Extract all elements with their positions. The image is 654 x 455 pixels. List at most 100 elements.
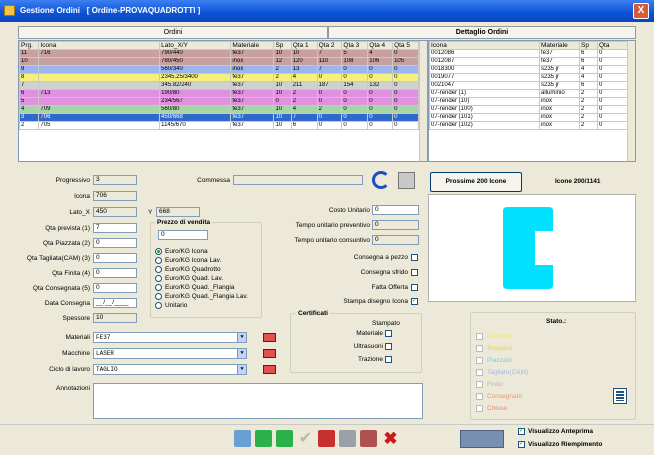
table-row[interactable]: 10 780/450 inox 12 120 110 108 106 105 [19,57,419,66]
radio-button[interactable] [155,284,162,291]
orders-header-cell[interactable]: Qta 5 [392,41,419,50]
macchine-edit-button[interactable] [263,349,276,358]
qta-consegnata-field[interactable]: 0 [93,283,137,293]
table-row[interactable]: 11 716 790/440 fe37 10 10 7 5 4 0 [19,49,419,58]
prezzo-radio-item[interactable]: Euro/KG Icona Lav. [155,256,265,265]
prezzo-radio-item[interactable]: Euro/KG Quad. Lav. [155,274,265,283]
qta-prevista-field[interactable]: 7 [93,223,137,233]
radio-button[interactable] [155,248,162,255]
stato-checkbox[interactable] [476,393,483,400]
anteprima-checkbox[interactable]: ✓ [518,428,525,435]
keyboard-icon[interactable] [460,430,504,448]
orders-header-cell[interactable]: Qta 1 [290,41,318,50]
table-row[interactable]: 9 560/340 inox 2 13 7 0 0 0 [19,65,419,74]
orders-header-cell[interactable]: Icona [38,41,161,50]
orders-header-cell[interactable]: Sp [273,41,292,50]
trazione-checkbox[interactable] [385,356,392,363]
table-row[interactable]: 0018300 s235 jr 4 0 [429,65,628,74]
add-rows-icon[interactable] [255,430,272,447]
stato-item[interactable]: Consegnato [476,391,586,403]
stato-item[interactable]: Chiuso [476,403,586,415]
insert-rows-icon[interactable] [276,430,293,447]
chevron-down-icon[interactable]: ▼ [237,365,246,374]
materiali-edit-button[interactable] [263,333,276,342]
materiali-select[interactable]: FE37 ▼ [93,332,247,343]
table-row[interactable]: 0019077 s235 jr 4 0 [429,73,628,82]
consegna-sfrido-checkbox[interactable] [411,269,418,276]
chevron-down-icon[interactable]: ▼ [237,333,246,342]
radio-button[interactable] [155,257,162,264]
table-row[interactable]: 07-render (10) inox 2 0 [429,97,628,106]
table-row[interactable]: 7 345.82/240 fe37 10 211 187 154 132 0 [19,81,419,90]
table-row[interactable]: 0021047 s235 jr 6 0 [429,81,628,90]
details-header-cell[interactable]: Materiale [539,41,580,50]
table-row[interactable]: 6 713 190/80 fe37 10 2 0 0 0 0 [19,89,419,98]
table-row[interactable]: 2 705 1145/670 fe37 10 6 0 0 0 0 [19,121,419,130]
print-icon[interactable] [339,430,356,447]
stato-item[interactable]: Piazzato [476,355,586,367]
stato-checkbox[interactable] [476,333,483,340]
details-table[interactable]: Icona Materiale Sp Qta 0012086 fe37 6 0 0012087… [428,40,636,162]
stato-item[interactable]: Tagliato(CAM) [476,367,586,379]
commessa-field[interactable] [233,175,363,185]
table-row[interactable]: 0012087 fe37 6 0 [429,57,628,66]
costo-field[interactable]: 0 [372,205,419,215]
qta-finita-field[interactable]: 0 [93,268,137,278]
table-row[interactable]: 07-render (100) inox 2 0 [429,105,628,114]
ciclo-edit-button[interactable] [263,365,276,374]
stato-checkbox[interactable] [476,357,483,364]
macchine-select[interactable]: LASER ▼ [93,348,247,359]
table-row[interactable]: 3 706 450/668 fe37 10 7 0 0 0 0 [19,113,419,122]
prezzo-radio-item[interactable]: Euro/KG Icona [155,247,265,256]
stato-checkbox[interactable] [476,345,483,352]
tab-dettaglio-ordini[interactable]: Dettaglio Ordini [328,26,636,39]
table-row[interactable]: 5 234/567 fe37 0 2 0 0 0 0 [19,97,419,106]
prezzo-radio-item[interactable]: Unitario [155,301,265,310]
radio-button[interactable] [155,302,162,309]
table-row[interactable]: 07-render (1) alluminio 2 0 [429,89,628,98]
orders-scrollbar[interactable] [419,41,427,161]
print-preview-icon[interactable] [360,430,377,447]
delete-icon[interactable]: ✖ [382,430,399,447]
ultrasuoni-checkbox[interactable] [385,343,392,350]
fatta-offerta-checkbox[interactable] [411,284,418,291]
save-icon[interactable] [318,430,335,447]
prezzo-radio-item[interactable]: Euro/KG Quad._Flangia Lav. [155,292,265,301]
grid-view-icon[interactable] [613,388,627,404]
orders-header-cell[interactable]: Qta 2 [316,41,343,50]
stato-checkbox[interactable] [476,369,483,376]
table-row[interactable]: 0012086 fe37 6 0 [429,49,628,58]
riempimento-checkbox[interactable]: ✓ [518,441,525,448]
prezzo-radio-item[interactable]: Euro/KG Quad._Flangia [155,283,265,292]
stampa-disegno-checkbox[interactable]: ✓ [411,298,418,305]
checkmark-icon[interactable]: ✔ [297,430,314,447]
stato-checkbox[interactable] [476,381,483,388]
orders-header-cell[interactable]: Lato_X/Y [159,41,232,50]
orders-header-cell[interactable]: Qta 3 [341,41,369,50]
monitor-icon[interactable] [398,172,415,189]
tab-ordini[interactable]: Ordini [18,26,328,39]
radio-button[interactable] [155,266,162,273]
table-row[interactable]: 4 709 560/80 fe37 10 4 2 0 0 0 [19,105,419,114]
details-header-cell[interactable]: Qta [597,41,628,50]
data-consegna-field[interactable]: __/__/____ [93,298,137,308]
orders-table[interactable]: Prg. Icona Lato_X/Y Materiale Sp Qta 1 Qta 2 Qt… [18,40,428,162]
radio-button[interactable] [155,275,162,282]
orders-header-cell[interactable]: Materiale [230,41,275,50]
stato-item[interactable]: Sospeso [476,343,586,355]
orders-header-cell[interactable]: Qta 4 [367,41,394,50]
prossime-icone-button[interactable]: Prossime 200 Icone [430,172,522,192]
table-row[interactable]: 8 2345.25/3400 fe37 2 4 0 0 0 0 [19,73,419,82]
stato-item[interactable]: Caricato [476,331,586,343]
details-header-cell[interactable]: Icona [429,41,540,50]
prezzo-field[interactable]: 0 [158,230,208,240]
table-row[interactable]: 07-render (101) inox 2 0 [429,113,628,122]
details-header-cell[interactable]: Sp [579,41,598,50]
ciclo-select[interactable]: TAGLIO ▼ [93,364,247,375]
qta-tagliata-field[interactable]: 0 [93,253,137,263]
refresh-icon[interactable] [372,171,390,189]
annotazioni-textarea[interactable] [93,383,423,419]
chevron-down-icon[interactable]: ▼ [237,349,246,358]
stato-checkbox[interactable] [476,405,483,412]
close-button[interactable]: X [633,3,649,19]
